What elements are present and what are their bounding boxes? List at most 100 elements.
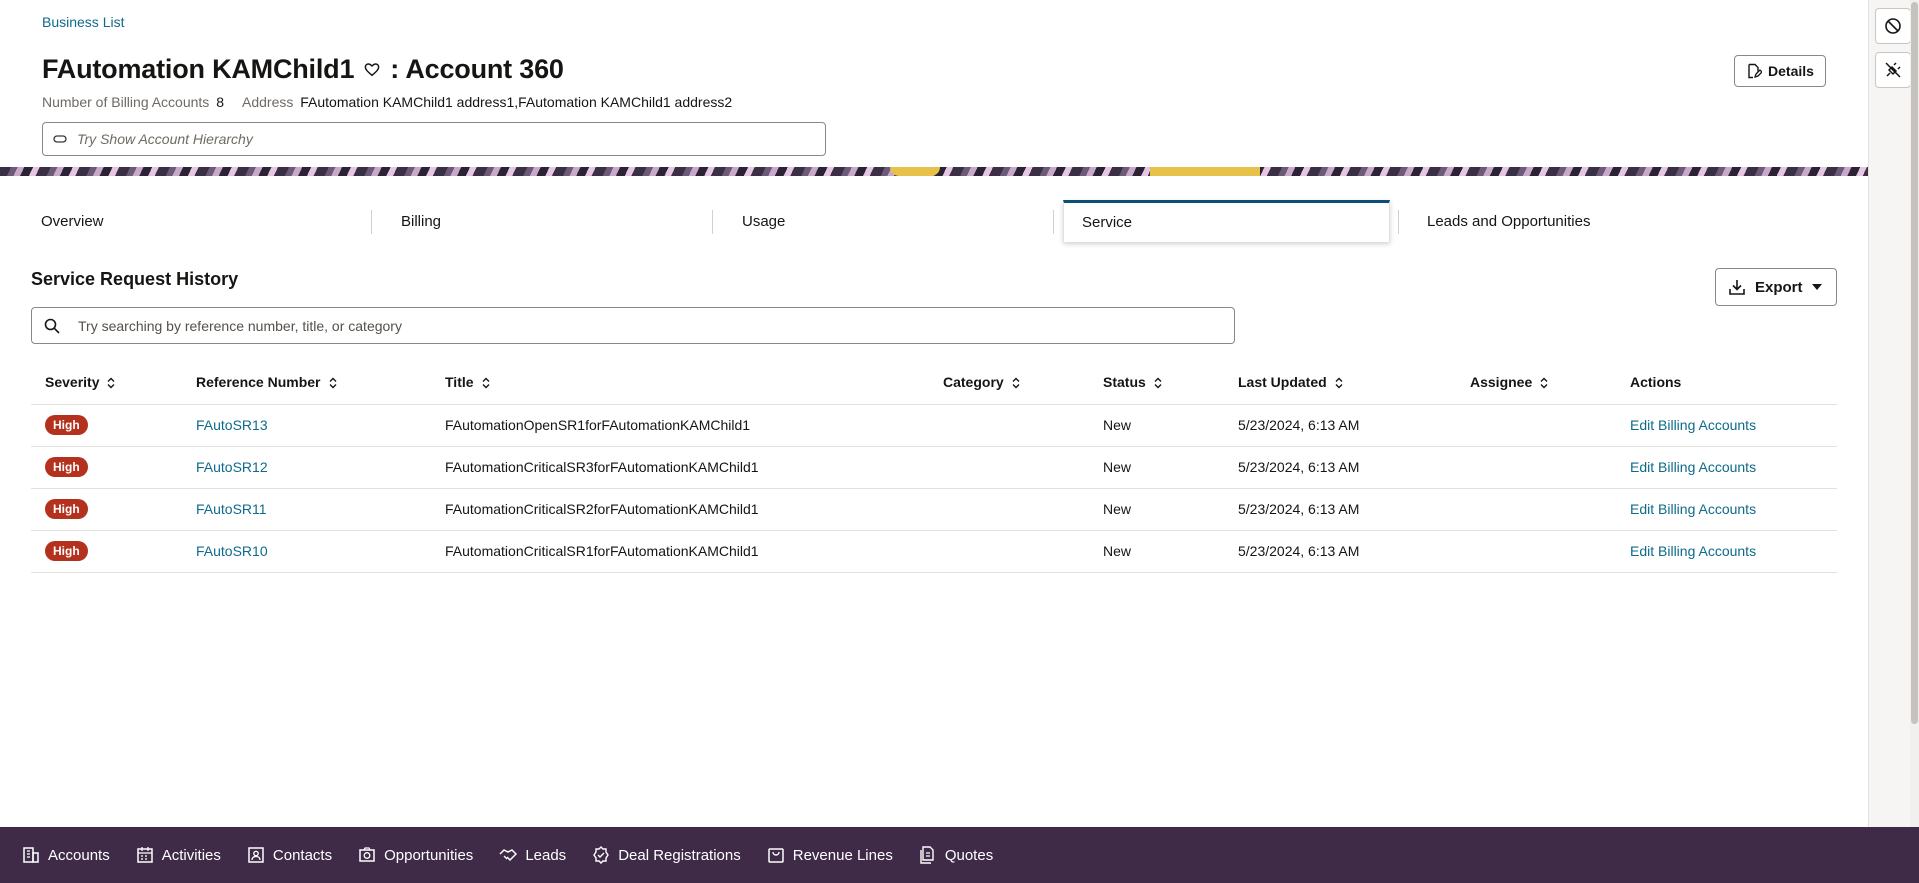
status-cell: New xyxy=(1089,488,1224,531)
prohibited-icon xyxy=(1885,18,1901,34)
block-button[interactable] xyxy=(1875,8,1911,44)
scrollbar-thumb[interactable] xyxy=(1911,2,1918,724)
tab-usage-label: Usage xyxy=(742,212,786,230)
caret-down-icon xyxy=(1811,284,1822,290)
pill-icon xyxy=(53,135,67,143)
nav-contacts[interactable]: Contacts xyxy=(247,846,332,864)
scrollbar[interactable] xyxy=(1910,0,1919,883)
column-reference-number[interactable]: Reference Number xyxy=(182,360,431,405)
account-hierarchy-search[interactable]: Try Show Account Hierarchy xyxy=(42,122,826,156)
actions-cell: Edit Billing Accounts xyxy=(1616,446,1837,489)
status-cell: New xyxy=(1089,404,1224,447)
nav-leads-label: Leads xyxy=(525,846,567,864)
edit-billing-accounts-link[interactable]: Edit Billing Accounts xyxy=(1630,417,1756,433)
calendar-icon xyxy=(136,847,153,863)
tab-service[interactable]: Service xyxy=(1063,200,1390,242)
table-row: High FAutoSR10 FAutomationCriticalSR1for… xyxy=(31,530,1837,573)
nav-revenue-lines[interactable]: Revenue Lines xyxy=(767,846,893,864)
nav-deal-registrations-label: Deal Registrations xyxy=(618,846,741,864)
severity-badge: High xyxy=(45,499,88,519)
page-title: FAutomation KAMChild1 : Account 360 xyxy=(42,54,564,85)
reference-link[interactable]: FAutoSR13 xyxy=(196,417,268,433)
column-last-updated-label: Last Updated xyxy=(1238,373,1327,390)
severity-cell: High xyxy=(31,446,182,489)
tab-leads-and-opportunities[interactable]: Leads and Opportunities xyxy=(1427,200,1727,242)
building-icon xyxy=(23,847,39,863)
assignee-cell xyxy=(1456,530,1616,573)
tab-service-label: Service xyxy=(1082,214,1133,231)
severity-badge: High xyxy=(45,415,88,435)
nav-opportunities-label: Opportunities xyxy=(384,846,474,864)
bottom-navigation: Accounts Activities Contacts Opportuniti… xyxy=(0,827,1919,883)
status-cell: New xyxy=(1089,530,1224,573)
category-cell xyxy=(929,404,1089,447)
actions-cell: Edit Billing Accounts xyxy=(1616,530,1837,573)
column-status-label: Status xyxy=(1103,373,1146,390)
assignee-cell xyxy=(1456,404,1616,447)
reference-link[interactable]: FAutoSR12 xyxy=(196,459,268,475)
nav-quotes-label: Quotes xyxy=(944,846,994,864)
favorite-heart-icon[interactable] xyxy=(362,60,382,80)
main-content: Business List FAutomation KAMChild1 : Ac… xyxy=(0,0,1868,883)
last-updated-cell: 5/23/2024, 6:13 AM xyxy=(1224,488,1456,531)
nav-quotes[interactable]: Quotes xyxy=(919,846,993,864)
account-name: FAutomation KAMChild1 xyxy=(42,54,355,84)
service-request-table: Severity Reference Number Title Category… xyxy=(31,360,1837,573)
nav-opportunities[interactable]: Opportunities xyxy=(358,846,473,864)
details-label: Details xyxy=(1768,63,1814,79)
edit-billing-accounts-link[interactable]: Edit Billing Accounts xyxy=(1630,501,1756,517)
sort-icon xyxy=(482,377,490,389)
edit-billing-accounts-link[interactable]: Edit Billing Accounts xyxy=(1630,543,1756,559)
reference-link[interactable]: FAutoSR10 xyxy=(196,543,268,559)
sort-icon xyxy=(1012,377,1020,389)
sort-icon xyxy=(1540,377,1548,389)
column-reference-label: Reference Number xyxy=(196,373,321,390)
documents-icon xyxy=(920,846,934,864)
tab-billing[interactable]: Billing xyxy=(401,200,701,242)
column-last-updated[interactable]: Last Updated xyxy=(1224,360,1456,405)
opportunity-icon xyxy=(359,847,375,862)
export-button[interactable]: Export xyxy=(1715,268,1837,306)
severity-cell: High xyxy=(31,530,182,573)
breadcrumb-business-list[interactable]: Business List xyxy=(42,14,124,30)
reference-cell: FAutoSR11 xyxy=(182,488,431,531)
title-cell: FAutomationCriticalSR3forFAutomationKAMC… xyxy=(431,446,929,489)
column-status[interactable]: Status xyxy=(1089,360,1224,405)
column-category[interactable]: Category xyxy=(929,360,1089,405)
bag-icon xyxy=(768,848,784,863)
column-title-label: Title xyxy=(445,373,474,390)
account-tabs: Overview Billing Usage Service Leads and… xyxy=(0,200,1868,246)
sort-icon xyxy=(107,377,115,389)
hierarchy-search-placeholder: Try Show Account Hierarchy xyxy=(77,131,253,147)
category-cell xyxy=(929,446,1089,489)
column-severity-label: Severity xyxy=(45,373,100,390)
address-label: Address xyxy=(242,94,294,110)
tab-billing-label: Billing xyxy=(401,212,442,230)
nav-accounts[interactable]: Accounts xyxy=(22,846,110,864)
export-label: Export xyxy=(1755,278,1803,296)
column-assignee[interactable]: Assignee xyxy=(1456,360,1616,405)
billing-accounts-label: Number of Billing Accounts xyxy=(42,94,210,110)
nav-activities[interactable]: Activities xyxy=(136,846,221,864)
service-request-search[interactable]: Try searching by reference number, title… xyxy=(31,307,1235,344)
title-cell: FAutomationCriticalSR1forFAutomationKAMC… xyxy=(431,530,929,573)
nav-deal-registrations[interactable]: Deal Registrations xyxy=(592,846,741,864)
right-toolbar xyxy=(1868,0,1919,883)
tab-usage[interactable]: Usage xyxy=(742,200,1042,242)
tab-overview[interactable]: Overview xyxy=(41,200,341,242)
column-title[interactable]: Title xyxy=(431,360,929,405)
table-header-row: Severity Reference Number Title Category… xyxy=(31,360,1837,405)
tab-leads-label: Leads and Opportunities xyxy=(1427,212,1591,230)
plug-off-icon xyxy=(1885,62,1901,78)
billing-accounts-value: 8 xyxy=(216,94,224,110)
nav-revenue-lines-label: Revenue Lines xyxy=(792,846,893,864)
nav-leads[interactable]: Leads xyxy=(499,846,566,864)
details-button[interactable]: Details xyxy=(1734,55,1826,87)
section-title: Service Request History xyxy=(31,269,239,289)
edit-billing-accounts-link[interactable]: Edit Billing Accounts xyxy=(1630,459,1756,475)
column-severity[interactable]: Severity xyxy=(31,360,182,405)
disconnect-button[interactable] xyxy=(1875,52,1911,88)
badge-check-icon xyxy=(593,846,610,864)
reference-link[interactable]: FAutoSR11 xyxy=(196,501,267,517)
column-assignee-label: Assignee xyxy=(1470,373,1533,390)
